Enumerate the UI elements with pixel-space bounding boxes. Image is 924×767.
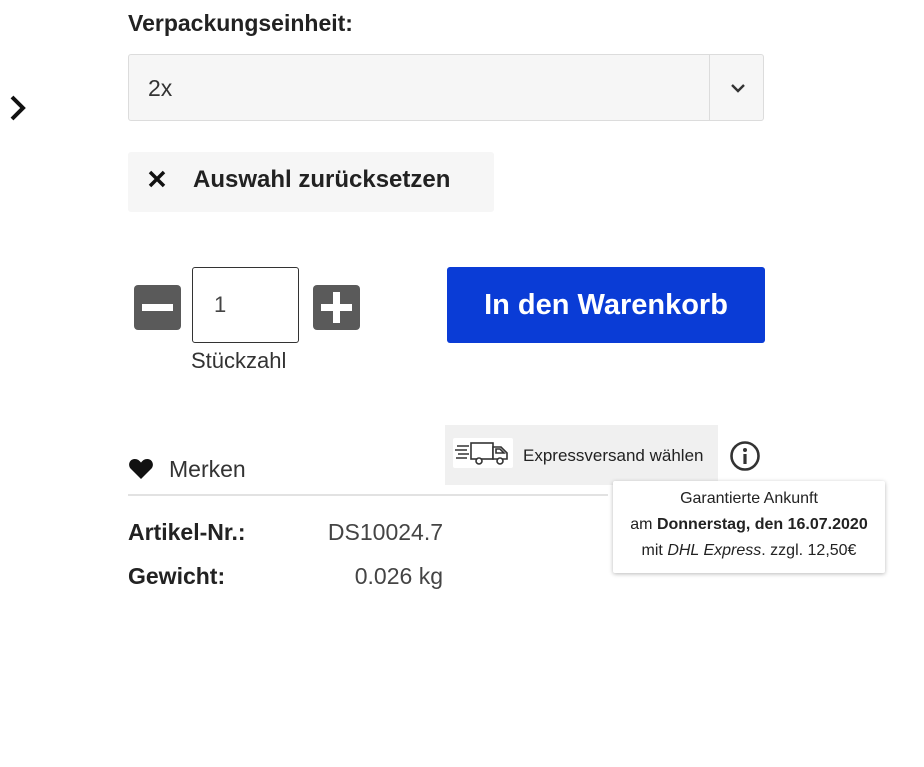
reset-selection-label: Auswahl zurücksetzen (193, 166, 451, 193)
variant-label: Verpackungseinheit: (128, 10, 353, 36)
heart-icon (128, 458, 154, 480)
tooltip-date: Donnerstag, den 16.07.2020 (656, 516, 868, 533)
truck-icon (453, 438, 513, 468)
add-to-cart-button[interactable]: In den Warenkorb (447, 267, 765, 343)
article-number-label: Artikel-Nr.: (128, 519, 246, 545)
tooltip-line-1: Garantierte Ankunft (680, 490, 818, 507)
weight-label: Gewicht: (128, 563, 226, 589)
info-icon[interactable] (729, 440, 761, 472)
quantity-input[interactable]: 1 (192, 267, 299, 343)
quantity-decrease-button[interactable] (134, 285, 181, 330)
reset-selection-button[interactable]: Auswahl zurücksetzen (128, 152, 494, 212)
express-shipping-label: Expressversand wählen (523, 446, 704, 465)
express-shipping-button[interactable]: Expressversand wählen (445, 425, 718, 485)
tooltip-price: . zzgl. 12,50€ (761, 542, 857, 559)
variant-select-value: 2x (148, 75, 173, 101)
close-icon (146, 168, 168, 190)
quantity-label: Stückzahl (191, 348, 287, 373)
minus-icon (142, 304, 173, 311)
quantity-increase-button[interactable] (313, 285, 360, 330)
shipping-tooltip: Garantierte Ankunft am Donnerstag, den 1… (613, 481, 885, 573)
select-divider (709, 55, 710, 120)
chevron-down-icon[interactable] (729, 81, 747, 95)
tooltip-line-3: mit DHL Express. zzgl. 12,50€ (613, 538, 885, 564)
wishlist-label: Merken (169, 456, 246, 482)
variant-select[interactable]: 2x (128, 54, 764, 121)
plus-icon (321, 292, 352, 323)
article-number-value: DS10024.7 (327, 519, 443, 545)
weight-value: 0.026 kg (354, 563, 443, 589)
tooltip-date-prefix: am (630, 516, 653, 533)
tooltip-carrier: DHL Express (667, 542, 762, 559)
divider (128, 494, 608, 496)
tooltip-carrier-prefix: mit (641, 542, 663, 559)
chevron-right-icon[interactable] (6, 92, 30, 124)
tooltip-line-2: am Donnerstag, den 16.07.2020 (613, 512, 885, 538)
